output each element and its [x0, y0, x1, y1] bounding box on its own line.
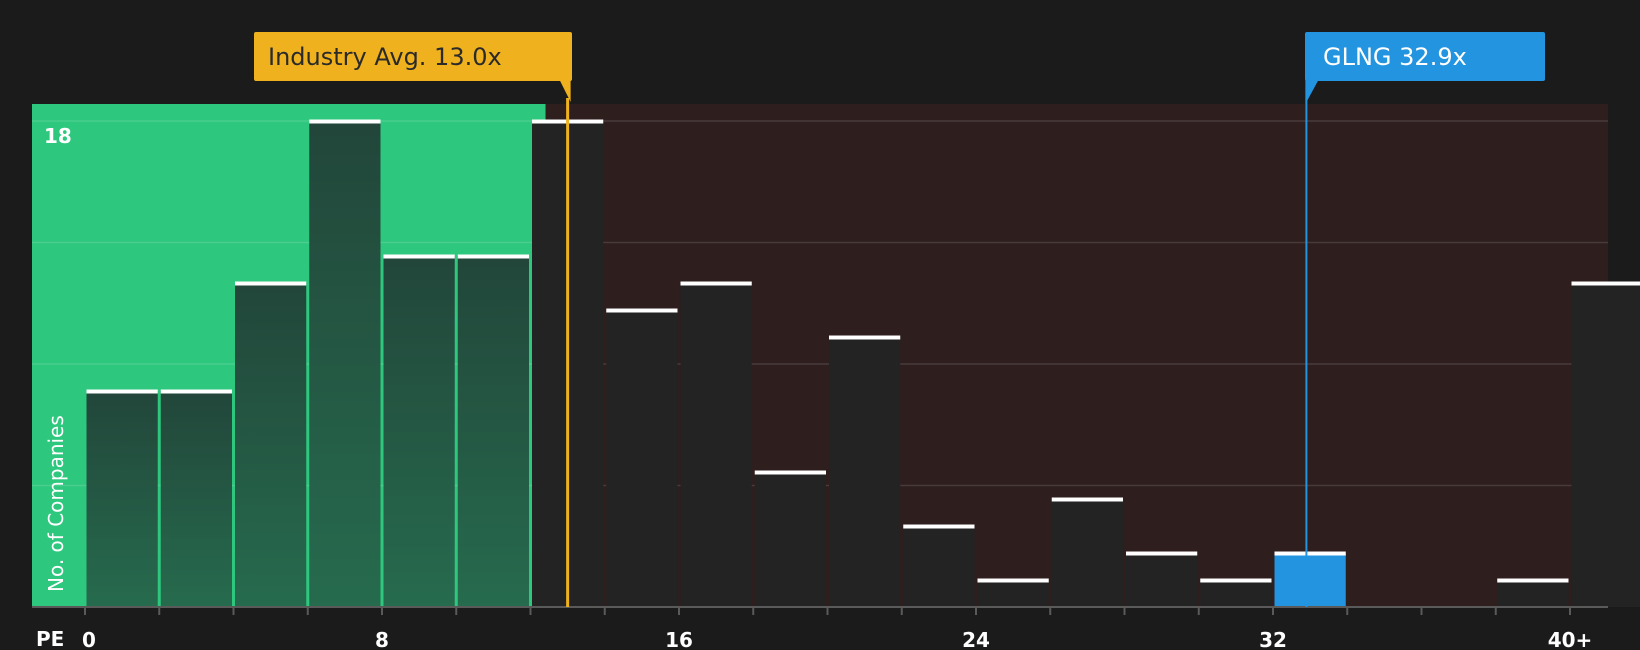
histogram-bar — [1051, 499, 1123, 607]
x-tick-label: 40+ — [1548, 628, 1593, 650]
x-tick-label: 16 — [665, 628, 693, 650]
industry-avg-label: Industry Avg. 13.0x — [268, 43, 502, 71]
histogram-bar — [1571, 283, 1640, 607]
bar-top-cap — [1571, 281, 1640, 286]
bar-top-cap — [829, 335, 901, 340]
bar-top-cap — [1200, 578, 1272, 583]
bar-top-cap — [1274, 551, 1346, 556]
histogram-bar — [457, 256, 529, 607]
x-tick-label: 8 — [375, 628, 389, 650]
bar-top-cap — [977, 578, 1049, 583]
bar-top-cap — [1497, 578, 1569, 583]
bar-top-cap — [606, 308, 678, 313]
histogram-bar — [86, 391, 158, 607]
bar-top-cap — [1051, 497, 1123, 502]
company-label: GLNG 32.9x — [1323, 43, 1467, 71]
bar-top-cap — [86, 389, 158, 394]
y-axis-title: No. of Companies — [44, 415, 68, 592]
bar-top-cap — [903, 524, 975, 529]
histogram-bar — [606, 310, 678, 607]
pe-distribution-chart: 0 8 16 24 32 40+ Industry Avg. 13.0x GLNG 32.9… — [32, 32, 1640, 650]
histogram-bar — [235, 283, 307, 607]
histogram-bar — [1200, 580, 1272, 607]
bar-top-cap — [754, 470, 826, 475]
histogram-bar — [829, 337, 901, 607]
bar-top-cap — [680, 281, 752, 286]
bar-top-cap — [309, 119, 381, 124]
bar-top-cap — [383, 254, 455, 259]
x-tick-label: 32 — [1259, 628, 1287, 650]
histogram-bar — [1274, 553, 1346, 607]
bar-top-cap — [1126, 551, 1198, 556]
company-pointer — [1305, 80, 1319, 104]
histogram-bar — [1497, 580, 1569, 607]
histogram-bar — [309, 121, 381, 607]
histogram-bar — [754, 472, 826, 607]
histogram-bar — [903, 526, 975, 607]
bar-top-cap — [160, 389, 232, 394]
histogram-bar — [680, 283, 752, 607]
y-tick-label: 18 — [44, 124, 72, 148]
histogram-bar — [977, 580, 1049, 607]
bar-top-cap — [235, 281, 307, 286]
histogram-bar — [1126, 553, 1198, 607]
histogram-bar — [383, 256, 455, 607]
x-tick-label: 24 — [962, 628, 990, 650]
x-axis-title: PE — [36, 627, 64, 650]
histogram-bar — [160, 391, 232, 607]
bar-top-cap — [457, 254, 529, 259]
x-tick-label: 0 — [82, 628, 96, 650]
